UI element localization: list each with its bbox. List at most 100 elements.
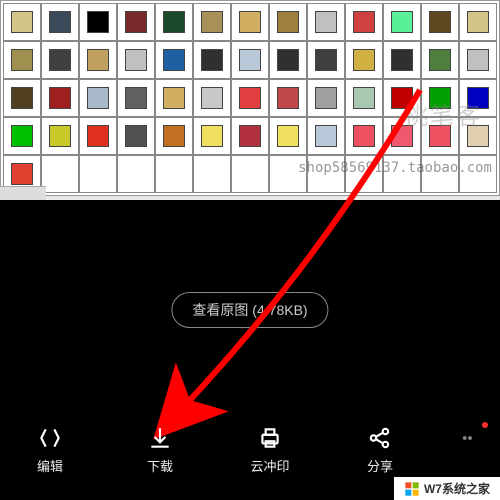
swatch-cell[interactable]	[345, 3, 383, 41]
swatch	[11, 11, 33, 33]
swatch-cell[interactable]	[117, 79, 155, 117]
swatch-cell[interactable]	[41, 3, 79, 41]
swatch-cell[interactable]	[307, 41, 345, 79]
swatch-cell[interactable]	[79, 117, 117, 155]
swatch-cell[interactable]	[269, 117, 307, 155]
swatch-cell[interactable]	[345, 41, 383, 79]
image-viewer-area: 查看原图 (4.78KB) 编辑 下载 云冲印	[0, 200, 500, 500]
swatch	[201, 11, 223, 33]
swatch	[429, 11, 451, 33]
shop-watermark: shop58569137.taobao.com	[298, 160, 492, 176]
file-size: 4.78KB	[257, 302, 303, 318]
swatch	[353, 125, 375, 147]
swatch-cell[interactable]	[3, 41, 41, 79]
swatch-cell[interactable]	[421, 3, 459, 41]
swatch-cell[interactable]	[41, 117, 79, 155]
swatch	[49, 49, 71, 71]
swatch-cell[interactable]	[117, 117, 155, 155]
site-footer-logo: W7系统之家	[394, 477, 500, 500]
swatch	[87, 49, 109, 71]
swatch	[315, 49, 337, 71]
swatch-cell[interactable]	[231, 41, 269, 79]
swatch-cell[interactable]	[155, 117, 193, 155]
swatch-cell[interactable]	[79, 79, 117, 117]
swatch	[391, 11, 413, 33]
swatch-panel: 桃笔客 shop58569137.taobao.com	[0, 0, 500, 200]
swatch-cell[interactable]	[117, 155, 155, 193]
swatch	[239, 49, 261, 71]
share-icon	[366, 424, 394, 452]
swatch	[11, 163, 33, 185]
swatch-cell[interactable]	[307, 79, 345, 117]
cloud-print-button[interactable]: 云冲印	[230, 424, 310, 480]
brand-watermark: 桃笔客	[404, 96, 482, 131]
swatch	[11, 87, 33, 109]
download-icon	[146, 424, 174, 452]
swatch-cell[interactable]	[193, 155, 231, 193]
swatch-cell[interactable]	[155, 41, 193, 79]
swatch-cell[interactable]	[41, 155, 79, 193]
swatch-cell[interactable]	[155, 3, 193, 41]
swatch-cell[interactable]	[79, 155, 117, 193]
swatch-cell[interactable]	[155, 155, 193, 193]
swatch-cell[interactable]	[383, 3, 421, 41]
swatch	[11, 49, 33, 71]
swatch-cell[interactable]	[231, 79, 269, 117]
swatch-cell[interactable]	[459, 3, 497, 41]
swatch-cell[interactable]	[269, 41, 307, 79]
swatch	[163, 49, 185, 71]
swatch-cell[interactable]	[231, 155, 269, 193]
swatch-cell[interactable]	[79, 41, 117, 79]
swatch-cell[interactable]	[345, 79, 383, 117]
print-icon	[256, 424, 284, 452]
swatch-cell[interactable]	[41, 79, 79, 117]
edit-button[interactable]: 编辑	[10, 424, 90, 480]
swatch	[11, 125, 33, 147]
cloud-print-label: 云冲印	[250, 456, 289, 475]
swatch-cell[interactable]	[193, 79, 231, 117]
swatch-cell[interactable]	[193, 41, 231, 79]
swatch-cell[interactable]	[155, 79, 193, 117]
swatch	[87, 87, 109, 109]
swatch-cell[interactable]	[307, 3, 345, 41]
swatch	[201, 125, 223, 147]
swatch-cell[interactable]	[269, 79, 307, 117]
swatch	[353, 11, 375, 33]
edit-label: 编辑	[37, 456, 63, 475]
swatch-cell[interactable]	[193, 117, 231, 155]
swatch	[201, 87, 223, 109]
swatch	[353, 87, 375, 109]
swatch-cell[interactable]	[117, 3, 155, 41]
swatch-cell[interactable]	[269, 3, 307, 41]
swatch-cell[interactable]	[231, 117, 269, 155]
swatch	[353, 49, 375, 71]
share-label: 分享	[367, 456, 393, 475]
swatch	[467, 49, 489, 71]
swatch-cell[interactable]	[117, 41, 155, 79]
swatch	[125, 87, 147, 109]
download-label: 下载	[147, 456, 173, 475]
swatch-cell[interactable]	[231, 3, 269, 41]
swatch-cell[interactable]	[421, 41, 459, 79]
swatch-cell[interactable]	[3, 79, 41, 117]
swatch-cell[interactable]	[3, 3, 41, 41]
view-original-button[interactable]: 查看原图 (4.78KB)	[171, 292, 328, 328]
swatch	[125, 49, 147, 71]
swatch-cell[interactable]	[41, 41, 79, 79]
swatch	[391, 49, 413, 71]
share-button[interactable]: 分享	[340, 424, 420, 480]
swatch-cell[interactable]	[307, 117, 345, 155]
swatch	[315, 125, 337, 147]
swatch-cell[interactable]	[459, 41, 497, 79]
view-original-label: 查看原图 (	[192, 302, 257, 318]
swatch	[163, 125, 185, 147]
swatch	[49, 11, 71, 33]
download-button[interactable]: 下载	[120, 424, 200, 480]
more-button[interactable]	[450, 424, 490, 480]
swatch-cell[interactable]	[345, 117, 383, 155]
swatch-cell[interactable]	[383, 41, 421, 79]
swatch-cell[interactable]	[193, 3, 231, 41]
windows-icon	[404, 481, 420, 497]
swatch-cell[interactable]	[3, 117, 41, 155]
swatch-cell[interactable]	[79, 3, 117, 41]
